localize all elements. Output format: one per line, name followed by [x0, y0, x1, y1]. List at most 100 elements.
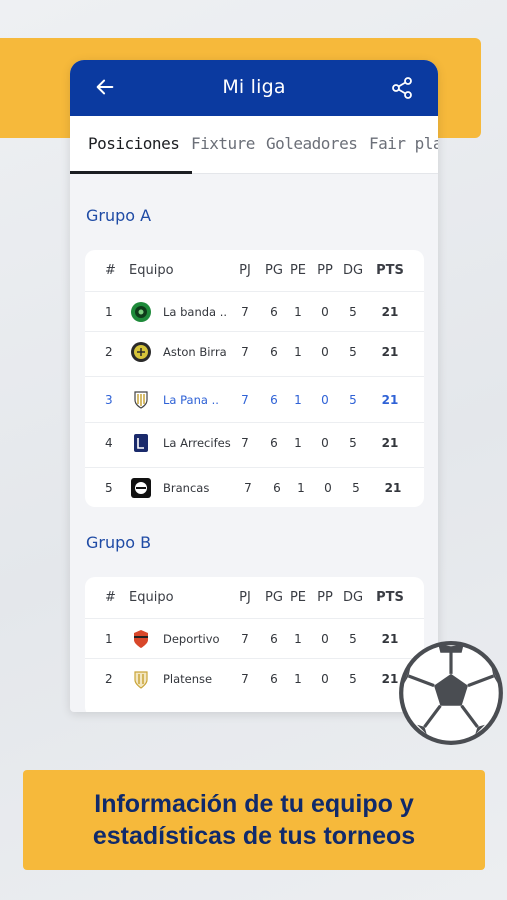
col-dg: DG	[342, 590, 364, 605]
cell-pg: 6	[270, 632, 278, 646]
cell-pts: 21	[384, 481, 402, 495]
team-crest-icon	[130, 668, 152, 690]
cell-pts: 21	[381, 393, 399, 407]
col-team: Equipo	[129, 263, 174, 278]
cell-pp: 0	[321, 672, 329, 686]
cell-dg: 5	[349, 393, 357, 407]
cell-pp: 0	[324, 481, 332, 495]
cell-dg: 5	[349, 672, 357, 686]
table-row[interactable]: 1 Deportivo 7 6 1 0 5 21	[85, 618, 424, 658]
cell-pe: 1	[294, 672, 302, 686]
cell-pp: 0	[321, 436, 329, 450]
cell-pts: 21	[381, 436, 399, 450]
table-row[interactable]: 4 La Arrecifes 7 6 1 0 5 21	[85, 422, 424, 467]
row-pos: 2	[105, 345, 113, 359]
cell-pe: 1	[297, 481, 305, 495]
team-name: La banda ..	[163, 305, 228, 319]
team-crest-icon	[130, 477, 152, 499]
cell-pts: 21	[381, 305, 399, 319]
cell-pj: 7	[244, 481, 252, 495]
tab-posiciones[interactable]: Posiciones	[88, 134, 180, 153]
app-screen: Mi liga Posiciones Fixture Goleadores Fa…	[70, 60, 438, 712]
cell-pp: 0	[321, 632, 329, 646]
tab-fixture[interactable]: Fixture	[191, 134, 255, 153]
table-row[interactable]: 2 Platense 7 6 1 0 5 21	[85, 658, 424, 703]
cell-pe: 1	[294, 632, 302, 646]
col-pj: PJ	[239, 263, 251, 278]
team-name: La Arrecifes	[163, 436, 231, 450]
tab-bar: Posiciones Fixture Goleadores Fair play	[70, 116, 438, 174]
cell-dg: 5	[349, 345, 357, 359]
table-row[interactable]: 5 Brancas 7 6 1 0 5 21	[85, 467, 424, 507]
col-pts: PTS	[376, 590, 404, 605]
standings-table-group-b: # Equipo PJ PG PE PP DG PTS 1 Deportivo …	[85, 577, 424, 712]
cell-pg: 6	[270, 672, 278, 686]
cell-pg: 6	[270, 345, 278, 359]
team-crest-icon	[130, 432, 152, 454]
team-name: Brancas	[163, 481, 210, 495]
col-pg: PG	[265, 263, 283, 278]
team-name: La Pana ..	[163, 393, 219, 407]
col-pg: PG	[265, 590, 283, 605]
row-pos: 1	[105, 305, 113, 319]
tab-goleadores[interactable]: Goleadores	[266, 134, 358, 153]
table-header: # Equipo PJ PG PE PP DG PTS	[85, 578, 424, 618]
cell-dg: 5	[352, 481, 360, 495]
col-pos: #	[105, 263, 116, 278]
cell-pg: 6	[270, 393, 278, 407]
cell-pe: 1	[294, 345, 302, 359]
cell-dg: 5	[349, 632, 357, 646]
cell-pe: 1	[294, 393, 302, 407]
app-bar: Mi liga	[70, 60, 438, 116]
row-pos: 1	[105, 632, 113, 646]
page-title: Mi liga	[222, 76, 286, 98]
soccer-ball-icon	[399, 641, 503, 745]
share-icon[interactable]	[390, 76, 414, 100]
row-pos: 5	[105, 481, 113, 495]
table-row-highlighted[interactable]: 3 La Pana .. 7 6 1 0 5 21	[85, 376, 424, 422]
table-header: # Equipo PJ PG PE PP DG PTS	[85, 251, 424, 291]
cell-pe: 1	[294, 436, 302, 450]
col-team: Equipo	[129, 590, 174, 605]
promo-banner: Información de tu equipo y estadísticas …	[23, 770, 485, 870]
cell-pj: 7	[241, 393, 249, 407]
team-crest-icon	[130, 301, 152, 323]
row-pos: 2	[105, 672, 113, 686]
cell-pj: 7	[241, 436, 249, 450]
team-crest-icon	[130, 389, 152, 411]
col-pp: PP	[317, 263, 333, 278]
team-name: Platense	[163, 672, 213, 686]
col-pj: PJ	[239, 590, 251, 605]
cell-pp: 0	[321, 393, 329, 407]
row-pos: 3	[105, 393, 113, 407]
cell-pg: 6	[273, 481, 281, 495]
team-name: Aston Birra	[163, 345, 227, 359]
promo-line-1: Información de tu equipo y	[94, 790, 414, 818]
cell-dg: 5	[349, 305, 357, 319]
group-a-title: Grupo A	[86, 206, 152, 225]
col-dg: DG	[342, 263, 364, 278]
tab-fair-play[interactable]: Fair play	[369, 134, 438, 153]
cell-pj: 7	[241, 305, 249, 319]
cell-pp: 0	[321, 345, 329, 359]
team-crest-icon	[130, 628, 152, 650]
promo-line-2: estadísticas de tus torneos	[92, 822, 416, 850]
col-pe: PE	[289, 590, 307, 605]
cell-pp: 0	[321, 305, 329, 319]
col-pos: #	[105, 590, 116, 605]
cell-pts: 21	[381, 345, 399, 359]
promo-text: Información de tu equipo y estadísticas …	[23, 788, 485, 852]
cell-pg: 6	[270, 436, 278, 450]
cell-pj: 7	[241, 672, 249, 686]
cell-pj: 7	[241, 632, 249, 646]
team-name: Deportivo	[163, 632, 220, 646]
col-pe: PE	[289, 263, 307, 278]
active-tab-indicator	[70, 171, 192, 174]
cell-pg: 6	[270, 305, 278, 319]
group-b-title: Grupo B	[86, 533, 152, 552]
table-row[interactable]: 2 Aston Birra 7 6 1 0 5 21	[85, 331, 424, 376]
cell-pj: 7	[241, 345, 249, 359]
standings-table-group-a: # Equipo PJ PG PE PP DG PTS 1 La banda .…	[85, 250, 424, 507]
col-pp: PP	[317, 590, 333, 605]
table-row[interactable]: 1 La banda .. 7 6 1 0 5 21	[85, 291, 424, 331]
